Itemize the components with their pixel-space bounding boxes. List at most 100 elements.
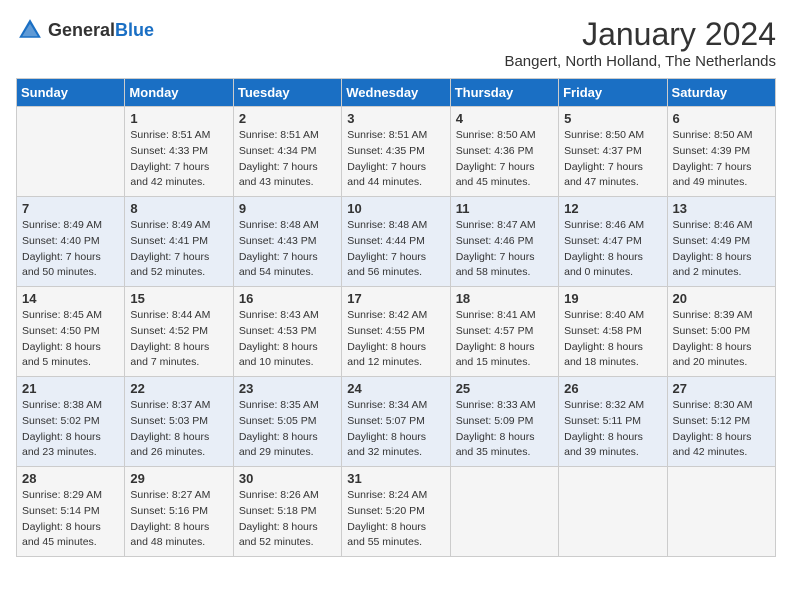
day-number: 29 [130, 471, 227, 486]
day-info: Sunrise: 8:47 AMSunset: 4:46 PMDaylight:… [456, 218, 553, 281]
day-info: Sunrise: 8:38 AMSunset: 5:02 PMDaylight:… [22, 398, 119, 461]
calendar-cell: 13Sunrise: 8:46 AMSunset: 4:49 PMDayligh… [667, 197, 775, 287]
week-row-4: 21Sunrise: 8:38 AMSunset: 5:02 PMDayligh… [17, 377, 776, 467]
day-number: 16 [239, 291, 336, 306]
calendar-cell: 26 Sunrise: 8:32 AMSunset: 5:11 PMDayligh… [559, 377, 667, 467]
day-info: Sunrise: 8:50 AMSunset: 4:39 PMDaylight:… [673, 128, 770, 191]
day-info: Sunrise: 8:45 AMSunset: 4:50 PMDaylight:… [22, 308, 119, 371]
day-number: 11 [456, 201, 553, 216]
day-info: Sunrise: 8:41 AMSunset: 4:57 PMDaylight:… [456, 308, 553, 371]
calendar-cell: 28Sunrise: 8:29 AMSunset: 5:14 PMDayligh… [17, 467, 125, 557]
header-friday: Friday [559, 79, 667, 107]
day-number: 26 [564, 381, 661, 396]
day-info: Sunrise: 8:39 AMSunset: 5:00 PMDaylight:… [673, 308, 770, 371]
day-number: 19 [564, 291, 661, 306]
day-number: 28 [22, 471, 119, 486]
day-info: Sunrise: 8:48 AMSunset: 4:43 PMDaylight:… [239, 218, 336, 281]
calendar-cell: 10 Sunrise: 8:48 AMSunset: 4:44 PMDayligh… [342, 197, 450, 287]
title-block: January 2024 Bangert, North Holland, The… [504, 16, 776, 70]
day-number: 14 [22, 291, 119, 306]
day-number: 12 [564, 201, 661, 216]
logo: GeneralBlue [16, 16, 154, 44]
calendar-cell [17, 107, 125, 197]
day-info: Sunrise: 8:26 AMSunset: 5:18 PMDaylight:… [239, 488, 336, 551]
header-sunday: Sunday [17, 79, 125, 107]
day-info: Sunrise: 8:33 AMSunset: 5:09 PMDaylight:… [456, 398, 553, 461]
day-number: 31 [347, 471, 444, 486]
day-number: 9 [239, 201, 336, 216]
day-info: Sunrise: 8:43 AMSunset: 4:53 PMDaylight:… [239, 308, 336, 371]
calendar-cell: 5Sunrise: 8:50 AMSunset: 4:37 PMDaylight… [559, 107, 667, 197]
day-info: Sunrise: 8:49 AMSunset: 4:40 PMDaylight:… [22, 218, 119, 281]
page-header: GeneralBlue January 2024 Bangert, North … [16, 16, 776, 70]
calendar-cell: 24 Sunrise: 8:34 AMSunset: 5:07 PMDayligh… [342, 377, 450, 467]
day-number: 30 [239, 471, 336, 486]
day-number: 13 [673, 201, 770, 216]
header-monday: Monday [125, 79, 233, 107]
day-info: Sunrise: 8:50 AMSunset: 4:37 PMDaylight:… [564, 128, 661, 191]
day-number: 24 [347, 381, 444, 396]
week-row-1: 1Sunrise: 8:51 AMSunset: 4:33 PMDaylight… [17, 107, 776, 197]
day-info: Sunrise: 8:51 AMSunset: 4:35 PMDaylight:… [347, 128, 444, 191]
calendar-cell: 9 Sunrise: 8:48 AMSunset: 4:43 PMDaylight… [233, 197, 341, 287]
calendar-cell: 27Sunrise: 8:30 AMSunset: 5:12 PMDayligh… [667, 377, 775, 467]
day-number: 20 [673, 291, 770, 306]
header-thursday: Thursday [450, 79, 558, 107]
day-number: 7 [22, 201, 119, 216]
day-number: 27 [673, 381, 770, 396]
day-number: 23 [239, 381, 336, 396]
week-row-3: 14 Sunrise: 8:45 AMSunset: 4:50 PMDayligh… [17, 287, 776, 377]
logo-blue: Blue [115, 20, 154, 40]
calendar-cell: 1Sunrise: 8:51 AMSunset: 4:33 PMDaylight… [125, 107, 233, 197]
calendar-cell: 21Sunrise: 8:38 AMSunset: 5:02 PMDayligh… [17, 377, 125, 467]
calendar-cell: 30 Sunrise: 8:26 AMSunset: 5:18 PMDayligh… [233, 467, 341, 557]
calendar-cell: 12 Sunrise: 8:46 AMSunset: 4:47 PMDayligh… [559, 197, 667, 287]
day-info: Sunrise: 8:50 AMSunset: 4:36 PMDaylight:… [456, 128, 553, 191]
day-info: Sunrise: 8:32 AMSunset: 5:11 PMDaylight:… [564, 398, 661, 461]
day-info: Sunrise: 8:42 AMSunset: 4:55 PMDaylight:… [347, 308, 444, 371]
calendar-cell: 14 Sunrise: 8:45 AMSunset: 4:50 PMDayligh… [17, 287, 125, 377]
calendar-cell [450, 467, 558, 557]
header-tuesday: Tuesday [233, 79, 341, 107]
weekday-header-row: SundayMondayTuesdayWednesdayThursdayFrid… [17, 79, 776, 107]
calendar-cell: 8 Sunrise: 8:49 AMSunset: 4:41 PMDaylight… [125, 197, 233, 287]
day-info: Sunrise: 8:46 AMSunset: 4:47 PMDaylight:… [564, 218, 661, 281]
day-info: Sunrise: 8:24 AMSunset: 5:20 PMDaylight:… [347, 488, 444, 551]
calendar-cell [559, 467, 667, 557]
calendar-cell: 16 Sunrise: 8:43 AMSunset: 4:53 PMDayligh… [233, 287, 341, 377]
day-info: Sunrise: 8:48 AMSunset: 4:44 PMDaylight:… [347, 218, 444, 281]
header-saturday: Saturday [667, 79, 775, 107]
day-number: 2 [239, 111, 336, 126]
day-number: 8 [130, 201, 227, 216]
day-info: Sunrise: 8:34 AMSunset: 5:07 PMDaylight:… [347, 398, 444, 461]
calendar-cell: 17Sunrise: 8:42 AMSunset: 4:55 PMDayligh… [342, 287, 450, 377]
day-number: 22 [130, 381, 227, 396]
day-number: 1 [130, 111, 227, 126]
logo-text: GeneralBlue [48, 20, 154, 41]
day-number: 10 [347, 201, 444, 216]
calendar-cell: 2Sunrise: 8:51 AMSunset: 4:34 PMDaylight… [233, 107, 341, 197]
day-number: 4 [456, 111, 553, 126]
day-info: Sunrise: 8:27 AMSunset: 5:16 PMDaylight:… [130, 488, 227, 551]
calendar-cell: 4 Sunrise: 8:50 AMSunset: 4:36 PMDaylight… [450, 107, 558, 197]
calendar-cell: 31 Sunrise: 8:24 AMSunset: 5:20 PMDayligh… [342, 467, 450, 557]
month-title: January 2024 [504, 16, 776, 53]
day-info: Sunrise: 8:35 AMSunset: 5:05 PMDaylight:… [239, 398, 336, 461]
calendar-cell [667, 467, 775, 557]
calendar-cell: 7 Sunrise: 8:49 AMSunset: 4:40 PMDaylight… [17, 197, 125, 287]
day-info: Sunrise: 8:40 AMSunset: 4:58 PMDaylight:… [564, 308, 661, 371]
day-number: 3 [347, 111, 444, 126]
calendar-cell: 25 Sunrise: 8:33 AMSunset: 5:09 PMDayligh… [450, 377, 558, 467]
day-number: 6 [673, 111, 770, 126]
calendar-cell: 20 Sunrise: 8:39 AMSunset: 5:00 PMDayligh… [667, 287, 775, 377]
day-number: 15 [130, 291, 227, 306]
logo-icon [16, 16, 44, 44]
day-info: Sunrise: 8:37 AMSunset: 5:03 PMDaylight:… [130, 398, 227, 461]
calendar-cell: 22 Sunrise: 8:37 AMSunset: 5:03 PMDayligh… [125, 377, 233, 467]
calendar-cell: 23 Sunrise: 8:35 AMSunset: 5:05 PMDayligh… [233, 377, 341, 467]
calendar-cell: 29 Sunrise: 8:27 AMSunset: 5:16 PMDayligh… [125, 467, 233, 557]
calendar-cell: 3 Sunrise: 8:51 AMSunset: 4:35 PMDaylight… [342, 107, 450, 197]
day-number: 25 [456, 381, 553, 396]
header-wednesday: Wednesday [342, 79, 450, 107]
day-info: Sunrise: 8:49 AMSunset: 4:41 PMDaylight:… [130, 218, 227, 281]
